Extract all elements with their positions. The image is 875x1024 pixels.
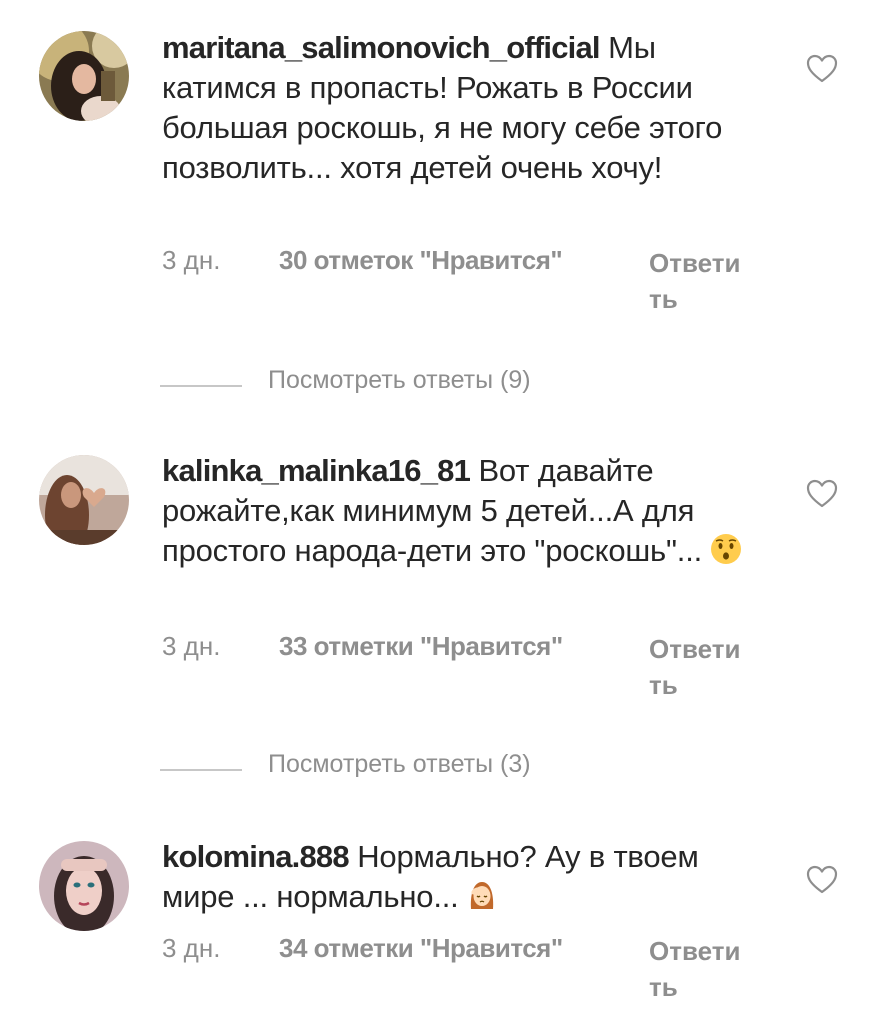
comment-time: 3 дн. xyxy=(162,933,221,963)
comment-username[interactable]: kolomina.888 xyxy=(162,839,350,874)
comment-meta: 3 дн. 30 отметок "Нравится" Ответить xyxy=(162,245,782,325)
comment-text-block: kolomina.888 Нормально? Ау в твоем мире … xyxy=(162,837,762,917)
reply-button[interactable]: Ответить xyxy=(649,933,744,1005)
replies-divider xyxy=(160,385,242,387)
comment-meta: 3 дн. 34 отметки "Нравится" Ответить xyxy=(162,933,782,1013)
reply-button[interactable]: Ответить xyxy=(649,245,744,317)
comment-time: 3 дн. xyxy=(162,631,221,661)
comment-likes[interactable]: 30 отметок "Нравится" xyxy=(279,245,563,276)
view-replies-button[interactable]: Посмотреть ответы (3) xyxy=(160,750,760,790)
comment-time: 3 дн. xyxy=(162,245,221,275)
view-replies-button[interactable]: Посмотреть ответы (9) xyxy=(160,366,760,406)
heart-icon[interactable] xyxy=(806,54,838,84)
view-replies-label[interactable]: Посмотреть ответы (3) xyxy=(268,750,531,779)
comment-likes[interactable]: 34 отметки "Нравится" xyxy=(279,933,563,964)
comment-username[interactable]: kalinka_malinka16_81 xyxy=(162,453,471,488)
heart-icon[interactable] xyxy=(806,479,838,509)
comment-username[interactable]: maritana_salimonovich_official xyxy=(162,30,601,65)
comment-likes[interactable]: 33 отметки "Нравится" xyxy=(279,631,563,662)
comment-meta: 3 дн. 33 отметки "Нравится" Ответить xyxy=(162,631,782,711)
avatar[interactable] xyxy=(39,841,129,931)
hushed-face-emoji xyxy=(711,534,742,564)
view-replies-label[interactable]: Посмотреть ответы (9) xyxy=(268,366,531,395)
replies-divider xyxy=(160,769,242,771)
comment-text-block: kalinka_malinka16_81 Вот давайте рожайте… xyxy=(162,451,762,571)
avatar[interactable] xyxy=(39,31,129,121)
heart-icon[interactable] xyxy=(806,865,838,895)
facepalm-woman-emoji xyxy=(470,882,494,909)
avatar[interactable] xyxy=(39,455,129,545)
comment-text-block: maritana_salimonovich_official Мы катимс… xyxy=(162,28,762,188)
reply-button[interactable]: Ответить xyxy=(649,631,744,703)
